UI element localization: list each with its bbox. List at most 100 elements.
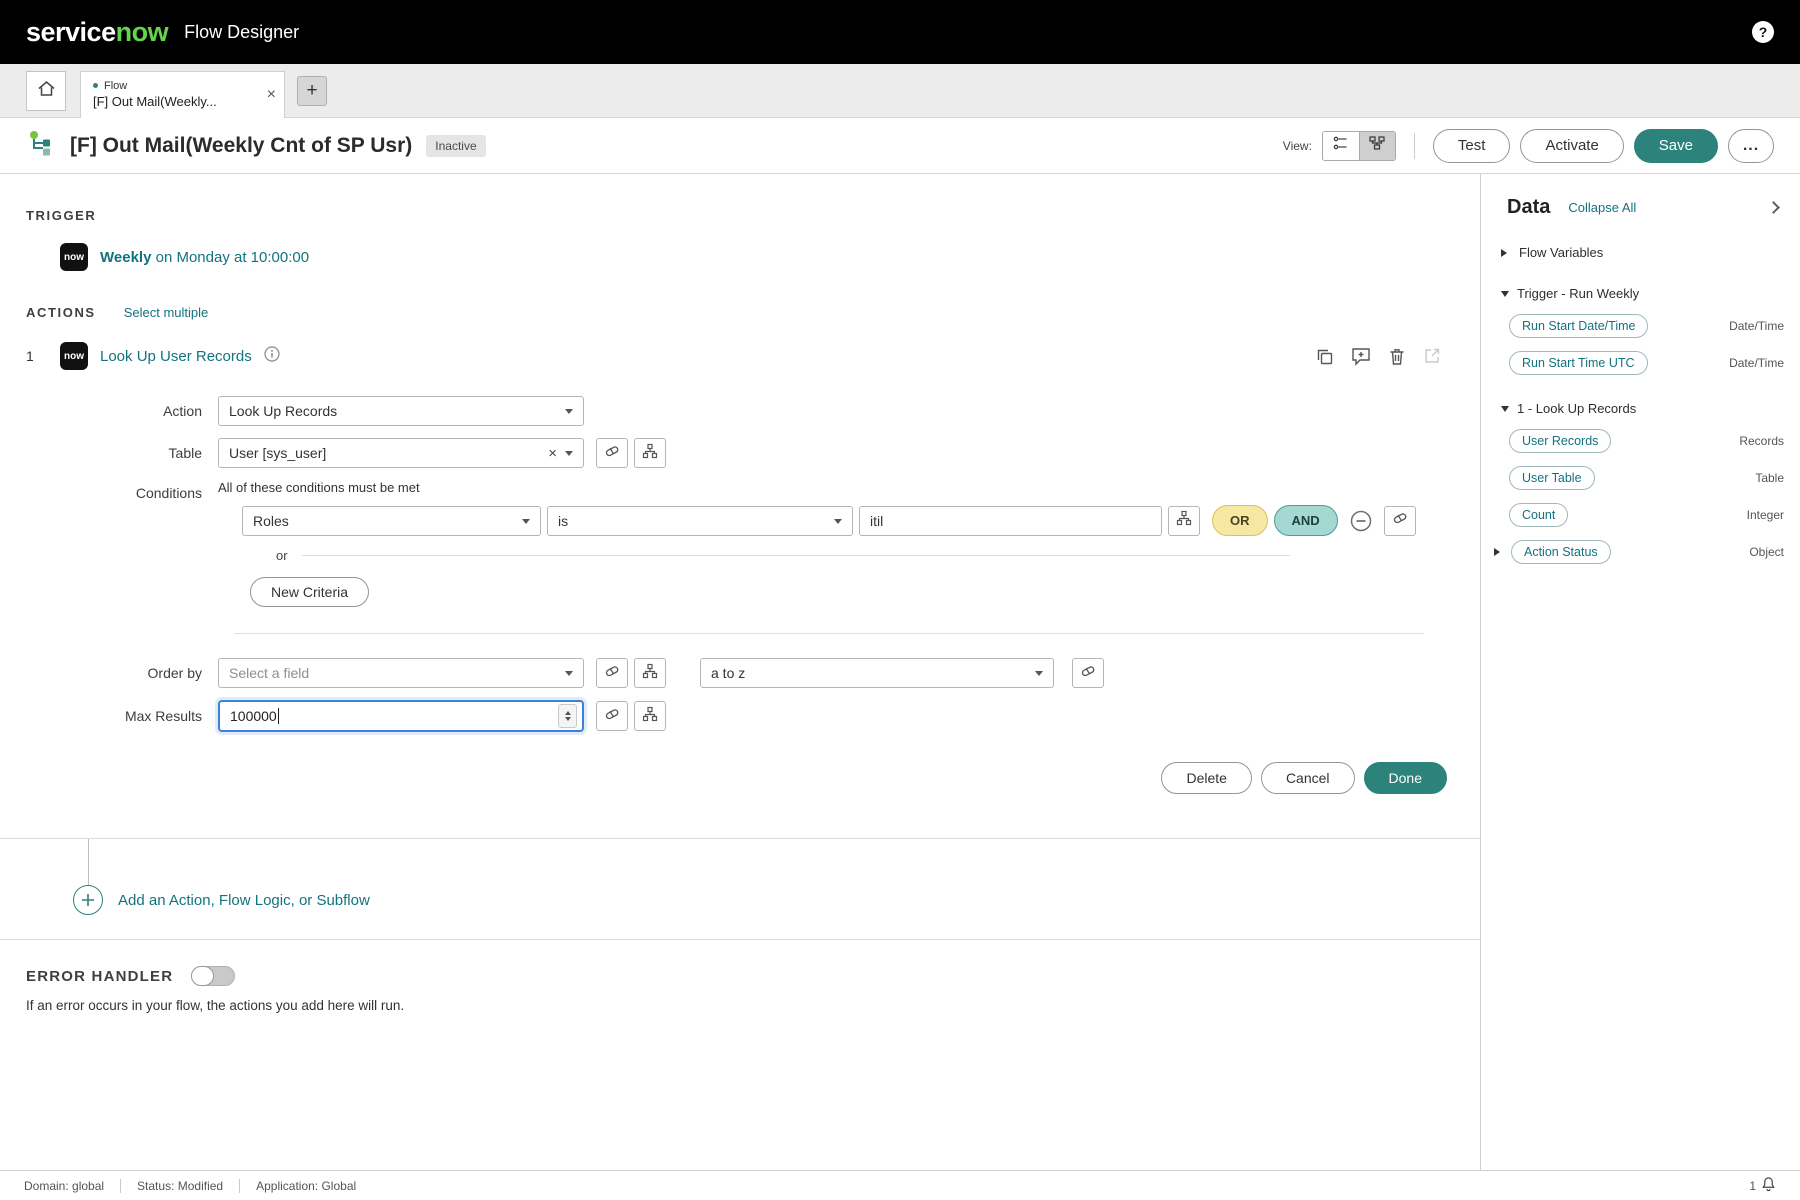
data-pill[interactable]: User Records (1509, 429, 1612, 453)
info-icon[interactable] (264, 345, 280, 367)
page-header: [F] Out Mail(Weekly Cnt of SP Usr) Inact… (0, 118, 1800, 174)
data-pill-picker-button[interactable] (1072, 658, 1104, 688)
cancel-button[interactable]: Cancel (1260, 762, 1355, 794)
trigger-schedule-name: Weekly (100, 248, 152, 266)
action-footer: Delete Cancel Done (0, 762, 1447, 794)
or-divider-row: or (276, 548, 1290, 563)
delete-icon[interactable] (1388, 347, 1406, 366)
data-pill-icon (604, 663, 620, 684)
help-icon[interactable]: ? (1752, 21, 1774, 43)
data-pill-row: User Table Table (1509, 466, 1784, 490)
data-pill-icon (1080, 663, 1096, 684)
tree-picker-button[interactable] (634, 658, 666, 688)
tree-picker-icon (1176, 510, 1192, 531)
duplicate-icon[interactable] (1315, 347, 1334, 366)
new-tab-button[interactable]: + (297, 75, 327, 106)
chevron-right-icon[interactable] (1494, 548, 1504, 556)
tree-picker-button[interactable] (634, 438, 666, 468)
data-pill[interactable]: User Table (1509, 466, 1595, 490)
condition-operator-value: is (558, 512, 569, 529)
select-multiple-link[interactable]: Select multiple (124, 305, 209, 320)
product-name: Flow Designer (184, 21, 300, 42)
home-icon (37, 80, 56, 102)
error-handler-toggle[interactable] (191, 966, 236, 986)
and-condition-button[interactable]: AND (1273, 505, 1338, 536)
section-flow-variables[interactable]: Flow Variables (1501, 245, 1800, 260)
status-badge: Inactive (426, 134, 486, 157)
or-condition-button[interactable]: OR (1212, 505, 1268, 536)
table-select-value: User [sys_user] (229, 445, 327, 461)
test-button[interactable]: Test (1432, 128, 1511, 163)
now-logo-badge: now (60, 243, 88, 271)
action-select[interactable]: Look Up Records (218, 396, 584, 426)
top-app-bar: servicenow Flow Designer ? (0, 0, 1800, 64)
section-look-up-records[interactable]: 1 - Look Up Records (1501, 401, 1800, 416)
pill-type: Records (1739, 434, 1784, 448)
section-trigger[interactable]: Trigger - Run Weekly (1501, 286, 1800, 301)
notification-area[interactable]: 1 (1749, 1176, 1776, 1195)
action-title-link[interactable]: Look Up User Records (100, 348, 252, 365)
order-direction-value: a to z (711, 665, 746, 681)
more-options-button[interactable]: ... (1728, 128, 1774, 163)
order-by-select[interactable]: Select a field (218, 658, 584, 688)
home-button[interactable] (26, 70, 66, 111)
data-pill-row: Run Start Date/Time Date/Time (1509, 314, 1784, 338)
max-results-value: 100000 (230, 708, 277, 724)
action-field-row: Action Look Up Records (0, 396, 1480, 426)
collapse-panel-button[interactable] (1765, 199, 1782, 216)
collapse-all-link[interactable]: Collapse All (1568, 200, 1636, 215)
activate-button[interactable]: Activate (1520, 128, 1624, 163)
data-pill-picker-button[interactable] (596, 701, 628, 731)
condition-value-input[interactable]: itil (859, 505, 1162, 536)
data-pill-picker-button[interactable] (596, 658, 628, 688)
data-pill[interactable]: Run Start Date/Time (1509, 314, 1649, 338)
tree-picker-button[interactable] (634, 701, 666, 731)
flow-canvas: TRIGGER now Weekly on Monday at 10:00:00… (0, 174, 1480, 1170)
done-button[interactable]: Done (1363, 762, 1447, 794)
trigger-row[interactable]: now Weekly on Monday at 10:00:00 (60, 243, 1480, 271)
close-icon[interactable]: × (267, 86, 276, 104)
error-handler-header: ERROR HANDLER (26, 966, 1480, 986)
add-action-label[interactable]: Add an Action, Flow Logic, or Subflow (118, 892, 370, 909)
error-handler-description: If an error occurs in your flow, the act… (26, 998, 405, 1013)
unsaved-dot-icon (93, 83, 98, 88)
condition-operator-select[interactable]: is (547, 505, 853, 536)
order-by-placeholder: Select a field (229, 665, 310, 681)
view-diagram-button[interactable] (1358, 131, 1395, 160)
number-stepper[interactable] (558, 704, 577, 728)
servicenow-logo: servicenow (26, 17, 169, 48)
data-pill-picker-button[interactable] (596, 438, 628, 468)
view-label: View: (1282, 138, 1312, 153)
trigger-section-label: TRIGGER (26, 208, 97, 223)
order-direction-select[interactable]: a to z (700, 658, 1054, 688)
data-pill[interactable]: Run Start Time UTC (1509, 351, 1648, 375)
save-button[interactable]: Save (1633, 128, 1718, 163)
tab-flow[interactable]: Flow [F] Out Mail(Weekly... × (80, 71, 285, 118)
new-criteria-button[interactable]: New Criteria (250, 577, 370, 607)
max-results-input[interactable]: 100000 (218, 700, 584, 732)
data-pill[interactable]: Count (1509, 503, 1569, 527)
pill-type: Date/Time (1729, 319, 1784, 333)
table-select[interactable]: User [sys_user] × (218, 438, 584, 468)
condition-field-select[interactable]: Roles (242, 505, 541, 536)
add-action-button[interactable] (73, 885, 103, 915)
remove-condition-icon[interactable] (1350, 510, 1372, 532)
conditions-body: All of these conditions must be met Role… (218, 480, 1416, 536)
chevron-down-icon (565, 409, 573, 418)
notification-count: 1 (1749, 1178, 1756, 1193)
max-results-label: Max Results (124, 708, 202, 724)
chevron-down-icon (565, 671, 573, 680)
chevron-down-icon (834, 518, 842, 528)
delete-button[interactable]: Delete (1161, 762, 1252, 794)
view-flow-button[interactable] (1322, 131, 1359, 160)
action-index: 1 (26, 348, 34, 364)
chevron-down-icon (522, 518, 530, 528)
data-pill[interactable]: Action Status (1511, 540, 1611, 564)
data-pill-picker-button[interactable] (1383, 505, 1416, 536)
data-panel-header: Data Collapse All (1481, 194, 1800, 219)
tree-picker-button[interactable] (1168, 505, 1200, 536)
main-area: TRIGGER now Weekly on Monday at 10:00:00… (0, 174, 1800, 1170)
clear-icon[interactable]: × (548, 445, 557, 462)
status-separator (239, 1178, 241, 1193)
comment-icon[interactable] (1351, 347, 1371, 366)
